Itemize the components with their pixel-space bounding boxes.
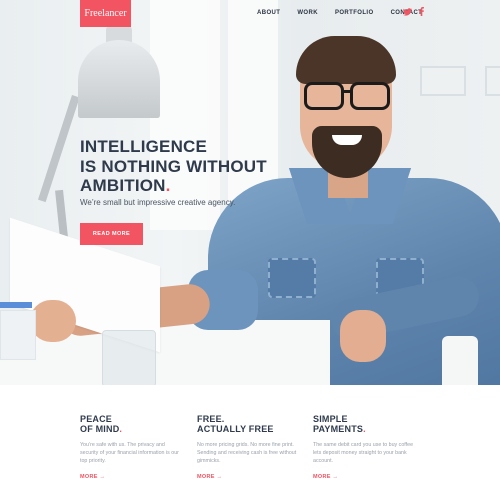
headline-line: IS NOTHING WITHOUT <box>80 156 267 176</box>
book <box>0 302 32 308</box>
feature-accent-dot: . <box>363 424 366 434</box>
nav-item-work[interactable]: WORK <box>297 9 318 17</box>
read-more-button[interactable]: READ MORE <box>80 223 143 245</box>
headline-line-text: AMBITION <box>80 176 166 195</box>
feature-more-link[interactable]: MORE → <box>313 474 413 480</box>
book <box>0 310 36 360</box>
nav-item-portfolio[interactable]: PORTFOLIO <box>335 9 374 17</box>
feature-title-line: PEACE <box>80 414 113 424</box>
hero-tagline: We’re small but impressive creative agen… <box>80 198 236 207</box>
feature-title-line: PAYMENTS <box>313 424 364 434</box>
feature-description: You’re safe with us. The privacy and sec… <box>80 442 179 464</box>
feature-title: PEACE OF MIND. <box>80 414 180 434</box>
person-hand <box>30 300 76 342</box>
shirt-pocket <box>268 258 316 298</box>
feature-title: FREE. ACTUALLY FREE <box>197 414 297 434</box>
person-hair <box>296 36 396 84</box>
feature-title-line: FREE. <box>197 414 225 424</box>
landing-page: Freelancer ABOUT WORK PORTFOLIO CONTACT … <box>0 0 500 500</box>
feature-more-link[interactable]: MORE → <box>80 474 180 480</box>
feature-more-link[interactable]: MORE → <box>197 474 297 480</box>
water-glass <box>102 330 156 385</box>
feature-title-line: SIMPLE <box>313 414 348 424</box>
glasses-lens <box>304 82 344 110</box>
feature-title: SIMPLE PAYMENTS. <box>313 414 413 434</box>
feature-description: The same debit card you use to buy coffe… <box>313 442 414 464</box>
facebook-icon[interactable] <box>419 7 424 16</box>
headline-line: INTELLIGENCE <box>80 137 208 156</box>
feature-free: FREE. ACTUALLY FREE No more pricing grids… <box>197 414 297 480</box>
logo[interactable]: Freelancer <box>80 0 131 27</box>
feature-simple-payments: SIMPLE PAYMENTS. The same debit card you … <box>313 414 413 480</box>
glasses-bridge <box>341 90 351 93</box>
social-links <box>403 7 424 16</box>
hero-headline: INTELLIGENCE IS NOTHING WITHOUT AMBITION… <box>80 137 300 196</box>
feature-title-line: ACTUALLY FREE <box>197 424 274 434</box>
headline-line: AMBITION. <box>80 176 300 196</box>
features-section: PEACE OF MIND. You’re safe with us. The p… <box>0 385 500 500</box>
twitter-icon[interactable] <box>403 7 412 16</box>
person-hand <box>340 310 386 362</box>
headline-accent-dot: . <box>165 176 171 195</box>
hero-section: Freelancer ABOUT WORK PORTFOLIO CONTACT … <box>0 0 500 385</box>
glasses-lens <box>350 82 390 110</box>
feature-title-line: OF MIND <box>80 424 120 434</box>
feature-peace-of-mind: PEACE OF MIND. You’re safe with us. The p… <box>80 414 180 480</box>
feature-accent-dot: . <box>119 424 123 434</box>
feature-description: No more pricing grids. No more fine prin… <box>197 442 297 464</box>
chair <box>442 336 478 385</box>
nav-item-about[interactable]: ABOUT <box>257 9 280 17</box>
desk-lamp-shade <box>78 40 160 118</box>
desk-lamp-arm <box>38 95 80 203</box>
